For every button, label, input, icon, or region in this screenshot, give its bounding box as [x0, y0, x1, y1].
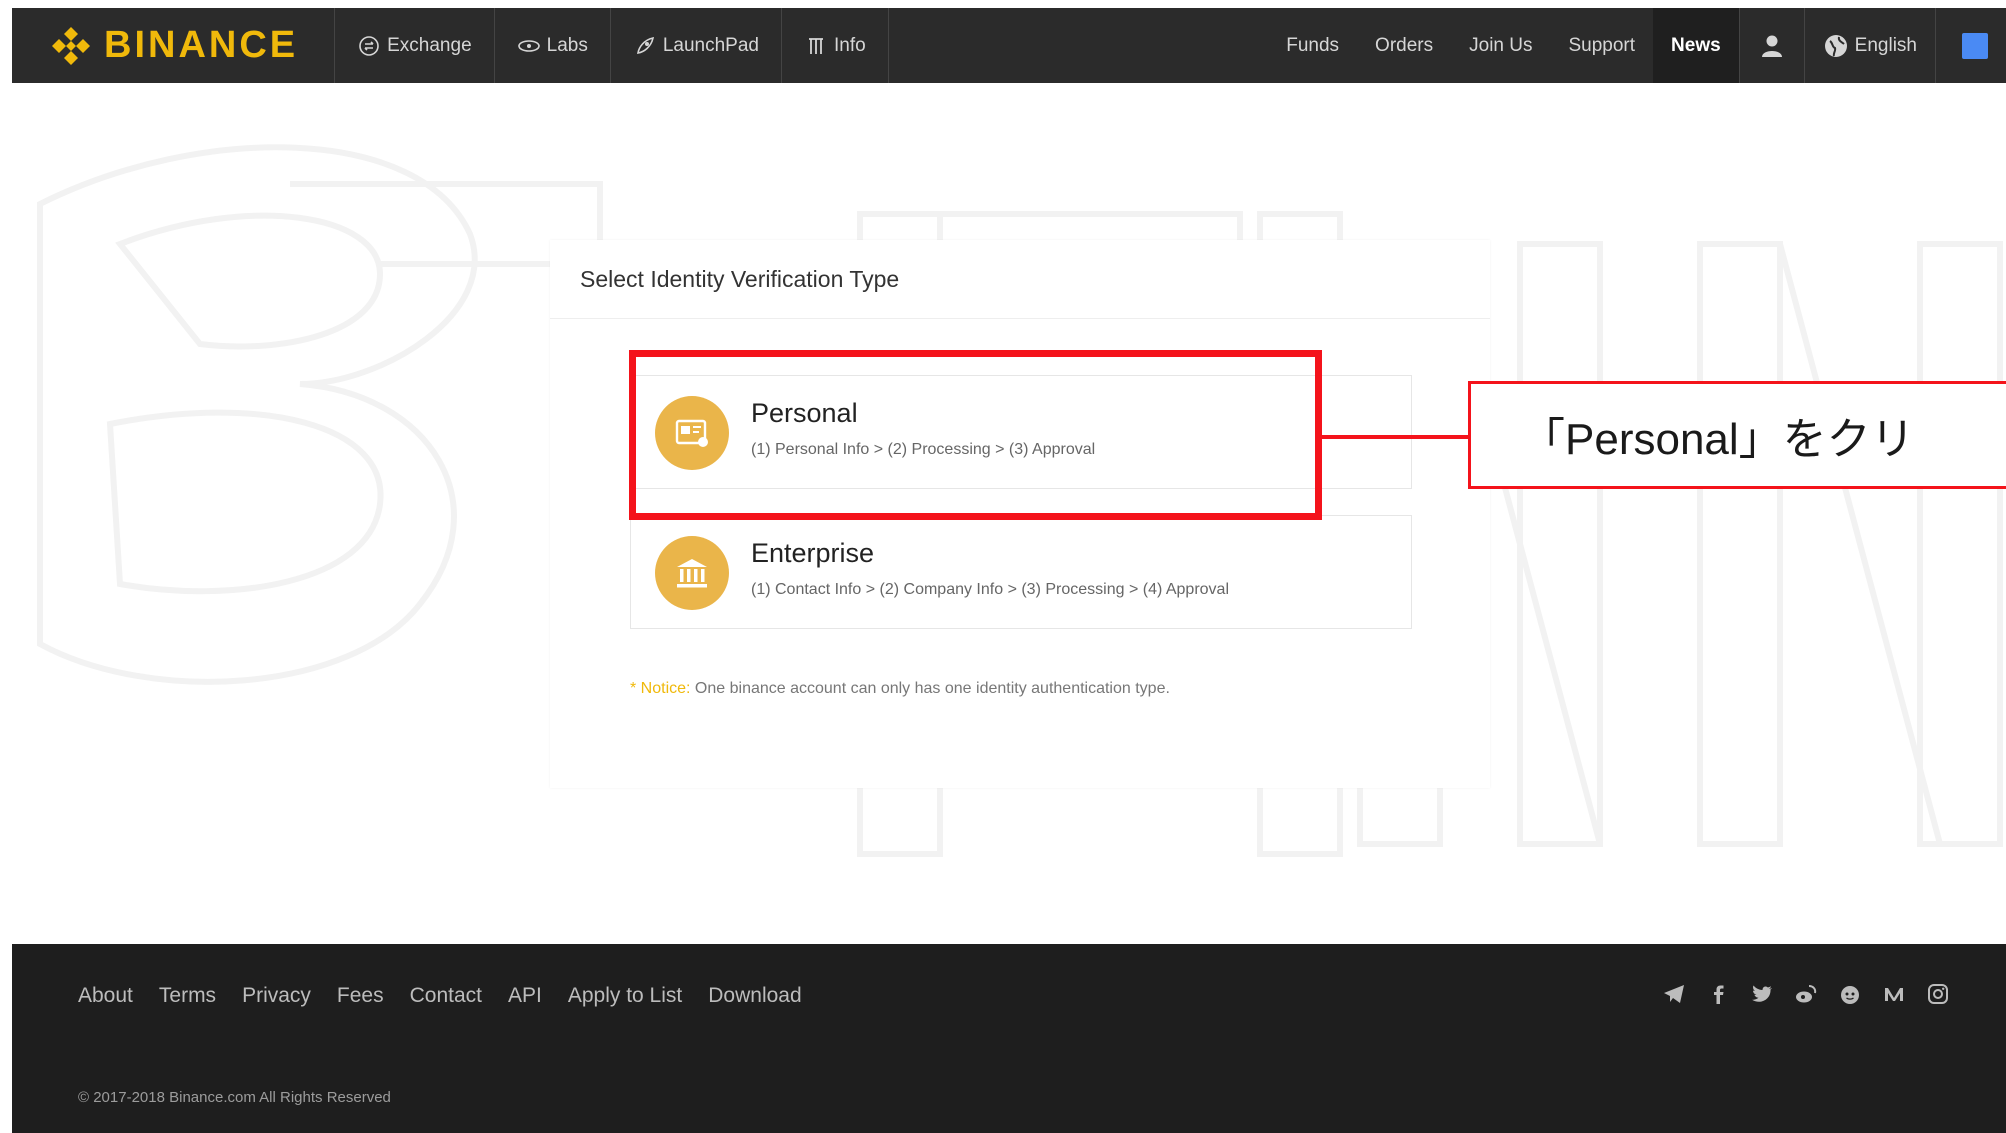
- footer: About Terms Privacy Fees Contact API App…: [12, 944, 2006, 1133]
- notice-text: One binance account can only has one ide…: [694, 680, 1170, 697]
- copyright: © 2017-2018 Binance.com All Rights Reser…: [78, 1089, 391, 1106]
- nav-labs[interactable]: Labs: [495, 8, 611, 83]
- exchange-icon: [359, 35, 379, 56]
- translate-button[interactable]: [1935, 8, 2006, 83]
- reddit-icon[interactable]: [1838, 982, 1862, 1006]
- annotation-callout: 「Personal」をクリ: [1468, 381, 2006, 489]
- footer-link-apply-to-list[interactable]: Apply to List: [568, 984, 682, 1008]
- medium-icon[interactable]: [1882, 982, 1906, 1006]
- footer-link-download[interactable]: Download: [708, 984, 801, 1008]
- nav-launchpad-label: LaunchPad: [662, 34, 759, 56]
- language-selector[interactable]: English: [1803, 8, 1935, 83]
- nav-exchange[interactable]: Exchange: [335, 8, 495, 83]
- nav-user[interactable]: [1738, 8, 1804, 83]
- language-label: English: [1854, 34, 1917, 56]
- enterprise-option-steps: (1) Contact Info > (2) Company Info > (3…: [751, 581, 1229, 598]
- footer-link-about[interactable]: About: [78, 984, 133, 1008]
- divider: [550, 318, 1490, 319]
- globe-icon: [1824, 34, 1847, 57]
- binance-logo-mark: [52, 26, 90, 65]
- nav-info[interactable]: Info: [782, 8, 889, 83]
- page: BINANCE Exchange Labs LaunchPad Info Fun…: [0, 0, 2006, 1133]
- nav-support[interactable]: Support: [1550, 8, 1653, 83]
- footer-social-links: [1662, 982, 1950, 1006]
- footer-links: About Terms Privacy Fees Contact API App…: [78, 984, 802, 1008]
- footer-link-terms[interactable]: Terms: [159, 984, 216, 1008]
- rocket-icon: [636, 36, 654, 54]
- brand-name: BINANCE: [104, 24, 299, 66]
- facebook-icon[interactable]: [1706, 982, 1730, 1006]
- telegram-icon[interactable]: [1662, 982, 1686, 1006]
- info-icon: [809, 37, 823, 54]
- annotation-highlight-box: [629, 350, 1322, 520]
- weibo-icon[interactable]: [1794, 982, 1818, 1006]
- annotation-connector-line: [1322, 435, 1470, 439]
- nav-info-label: Info: [834, 34, 866, 56]
- nav-orders[interactable]: Orders: [1357, 8, 1451, 83]
- enterprise-option[interactable]: Enterprise (1) Contact Info > (2) Compan…: [630, 515, 1412, 629]
- footer-link-privacy[interactable]: Privacy: [242, 984, 311, 1008]
- nav-launchpad[interactable]: LaunchPad: [611, 8, 782, 83]
- instagram-icon[interactable]: [1926, 982, 1950, 1006]
- translate-icon: [1962, 32, 1988, 59]
- footer-link-fees[interactable]: Fees: [337, 984, 384, 1008]
- notice-label: * Notice:: [630, 680, 691, 697]
- annotation-callout-text: 「Personal」をクリ: [1521, 415, 1915, 464]
- binance-logo[interactable]: BINANCE: [12, 8, 336, 83]
- card-title: Select Identity Verification Type: [580, 266, 900, 292]
- user-icon: [1761, 35, 1782, 57]
- twitter-icon[interactable]: [1750, 982, 1774, 1006]
- footer-link-api[interactable]: API: [508, 984, 542, 1008]
- labs-icon: [517, 39, 540, 52]
- bank-icon: [655, 536, 729, 610]
- nav-labs-label: Labs: [546, 34, 588, 56]
- notice: * Notice: One binance account can only h…: [630, 680, 1170, 698]
- nav-exchange-label: Exchange: [387, 34, 472, 56]
- nav-funds[interactable]: Funds: [1268, 8, 1357, 83]
- enterprise-option-title: Enterprise: [751, 538, 875, 568]
- footer-link-contact[interactable]: Contact: [410, 984, 482, 1008]
- top-navigation: BINANCE Exchange Labs LaunchPad Info Fun…: [12, 8, 2006, 83]
- nav-news[interactable]: News: [1653, 8, 1739, 83]
- nav-join-us[interactable]: Join Us: [1451, 8, 1550, 83]
